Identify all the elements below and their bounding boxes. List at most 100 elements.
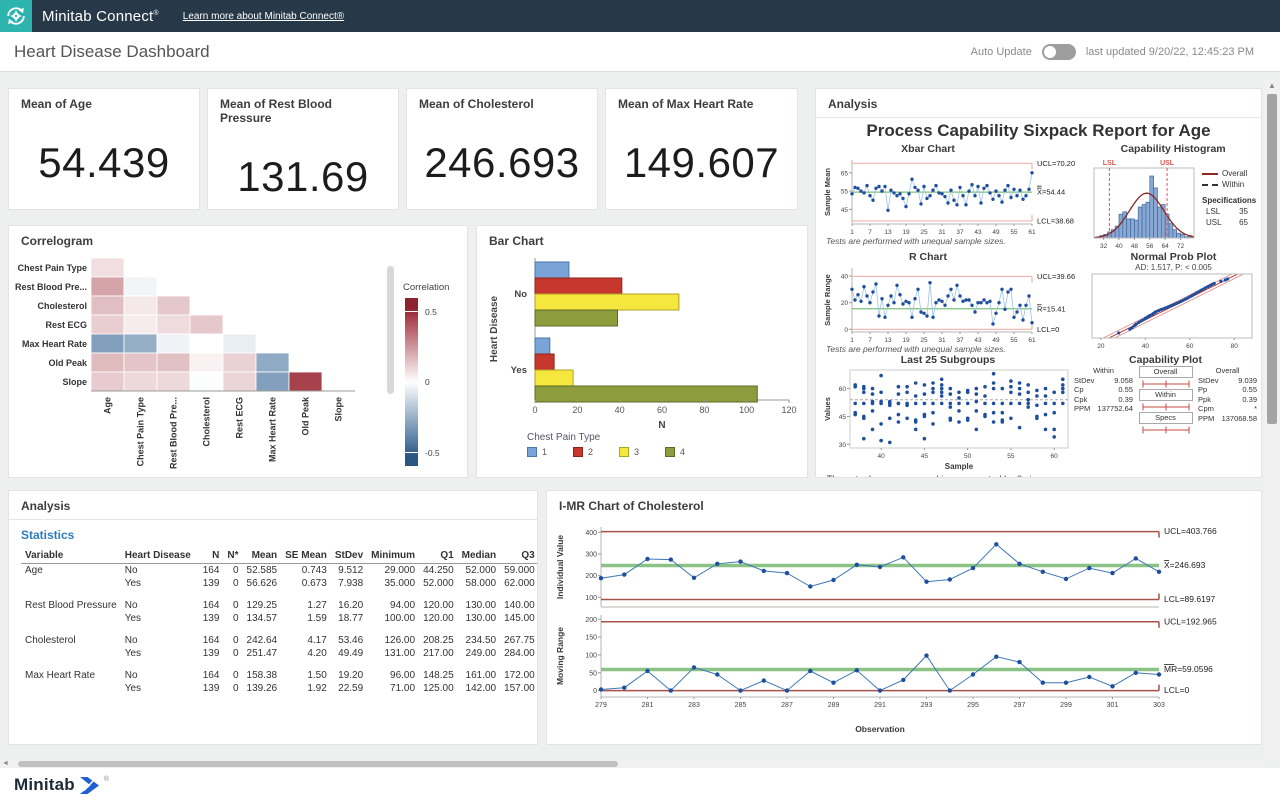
panel-scrollbar-thumb[interactable] [387,266,394,394]
svg-text:50: 50 [964,453,972,460]
header-right: Auto Update last updated 9/20/22, 12:45:… [971,44,1254,60]
svg-text:31: 31 [938,337,946,344]
svg-text:72: 72 [1177,243,1185,250]
svg-text:Yes: Yes [511,365,527,376]
page-title: Heart Disease Dashboard [14,42,210,62]
svg-text:43: 43 [974,229,982,236]
svg-text:Sample Range: Sample Range [823,274,832,326]
horizontal-scrollbar[interactable]: ◄ [0,760,1264,768]
svg-text:60: 60 [1051,453,1059,460]
svg-text:150: 150 [585,635,597,642]
svg-text:X=54.44: X=54.44 [1037,188,1065,197]
svg-text:N: N [658,420,665,430]
statistics-table: VariableHeart DiseaseNN*MeanSE MeanStDev… [21,548,538,695]
brand-reg: ® [153,10,158,17]
table-row: Yes1390251.474.2049.49131.00217.00249.00… [21,647,538,660]
svg-text:UCL=70.20: UCL=70.20 [1037,159,1075,168]
kpi-value: 149.607 [606,139,797,187]
svg-text:Sample: Sample [945,462,974,471]
learn-more-link[interactable]: Learn more about Minitab Connect® [183,11,344,22]
svg-text:R=15.41: R=15.41 [1037,304,1066,313]
panel-title: I-MR Chart of Cholesterol [547,491,1261,519]
svg-text:LCL=89.6197: LCL=89.6197 [1164,594,1216,604]
svg-text:45: 45 [841,207,849,214]
svg-text:56: 56 [1146,243,1154,250]
footer-reg: ® [104,776,109,783]
colorbar-title: Correlation [403,282,467,293]
svg-text:48: 48 [1131,243,1139,250]
imr-figure: 100200300400UCL=403.766X=246.693LCL=89.6… [547,519,1261,735]
svg-text:50: 50 [589,670,597,677]
svg-text:301: 301 [1107,702,1119,709]
minitab-logo-icon [80,777,102,794]
svg-text:297: 297 [1014,702,1026,709]
colorbar-tick-label: 0 [425,377,430,387]
svg-text:100: 100 [585,652,597,659]
svg-text:55: 55 [1010,229,1018,236]
svg-text:61: 61 [1028,337,1036,344]
svg-text:300: 300 [585,552,597,559]
svg-text:30: 30 [839,442,847,449]
svg-text:19: 19 [902,337,910,344]
correlation-colorbar: Correlation 0.5 0 -0.5 [403,282,467,466]
bar-legend-item: 2 [573,447,593,457]
svg-text:100: 100 [739,405,754,415]
svg-text:Slope: Slope [62,377,87,387]
svg-text:25: 25 [920,229,928,236]
svg-text:0: 0 [844,327,848,334]
svg-text:Rest Blood Pre...: Rest Blood Pre... [15,282,87,292]
vertical-scrollbar-thumb[interactable] [1267,94,1277,424]
vertical-scrollbar[interactable]: ▲ [1264,80,1280,760]
svg-text:49: 49 [992,337,1000,344]
horizontal-scrollbar-thumb[interactable] [18,761,618,767]
svg-text:40: 40 [1115,243,1123,250]
svg-text:Individual Value: Individual Value [555,535,565,600]
last-updated-text: last updated 9/20/22, 12:45:23 PM [1086,46,1254,58]
table-row: Rest Blood PressureNo1640129.251.2716.20… [21,599,538,612]
svg-text:60: 60 [1186,343,1194,350]
kpi-title: Mean of Max Heart Rate [606,89,797,117]
svg-text:80: 80 [1231,343,1239,350]
svg-text:UCL=403.766: UCL=403.766 [1164,526,1217,536]
scroll-up-icon[interactable]: ▲ [1264,80,1280,92]
svg-text:60: 60 [839,386,847,393]
kpi-card-mean-max-hr: Mean of Max Heart Rate 149.607 [605,88,798,210]
svg-text:80: 80 [699,405,709,415]
svg-text:43: 43 [974,337,982,344]
capability-plot: WithinStDev9.058Cp0.55Cpk0.39PPM137752.6… [1074,366,1257,435]
svg-text:295: 295 [967,702,979,709]
svg-text:Rest ECG: Rest ECG [45,320,87,330]
svg-text:Cholesterol: Cholesterol [202,397,212,447]
svg-text:Sample Mean: Sample Mean [823,168,832,216]
auto-update-toggle[interactable] [1042,44,1076,60]
svg-text:283: 283 [688,702,700,709]
panel-title: Correlogram [9,226,467,254]
kpi-card-mean-cholesterol: Mean of Cholesterol 246.693 [406,88,598,210]
svg-text:20: 20 [1097,343,1105,350]
kpi-title: Mean of Rest Blood Pressure [208,89,398,131]
kpi-value: 54.439 [9,139,199,187]
footer-brand: Minitab [14,775,75,795]
svg-text:40: 40 [878,453,886,460]
svg-text:Moving Range: Moving Range [555,627,565,685]
svg-text:61: 61 [1028,229,1036,236]
bar-chart-panel: Bar Chart NoYes020406080100120NHeart Dis… [476,225,808,478]
svg-text:13: 13 [884,337,892,344]
screen: Minitab Connect® Learn more about Minita… [0,0,1280,802]
svg-text:55: 55 [1007,453,1015,460]
dashboard-content: Mean of Age 54.439 Mean of Rest Blood Pr… [0,72,1280,760]
scroll-left-icon[interactable]: ◄ [2,760,9,768]
kpi-value: 246.693 [407,139,597,187]
svg-text:285: 285 [735,702,747,709]
svg-text:64: 64 [1162,243,1170,250]
svg-text:0: 0 [532,405,537,415]
svg-text:Old Peak: Old Peak [48,358,88,368]
table-row: Max Heart RateNo1640158.381.5019.2096.00… [21,669,538,682]
svg-text:X=246.693: X=246.693 [1164,560,1206,570]
sixpack-figure: Process Capability Sixpack Report for Ag… [816,118,1261,478]
svg-text:Rest Blood Pre...: Rest Blood Pre... [169,397,179,469]
svg-text:LSL: LSL [1103,160,1117,167]
imr-chart-panel: I-MR Chart of Cholesterol 100200300400UC… [546,490,1262,745]
svg-text:40: 40 [615,405,625,415]
minitab-connect-logo-icon[interactable] [0,0,32,32]
